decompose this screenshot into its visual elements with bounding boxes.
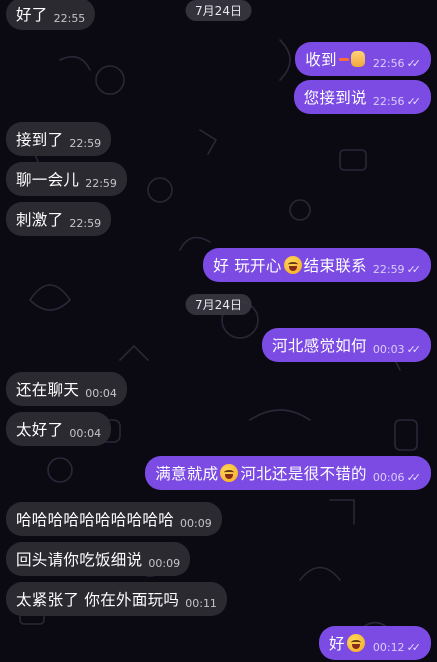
- message-time: 00:04: [69, 426, 102, 440]
- message-outgoing[interactable]: 满意就成 河北还是很不错的 00:06 ✓✓: [145, 456, 431, 490]
- message-text: 聊一会儿: [16, 171, 80, 189]
- message-time: 00:11: [185, 596, 217, 610]
- message-time: 22:59: [69, 216, 102, 230]
- double-check-icon: ✓✓: [406, 470, 422, 484]
- message-time: 00:09: [180, 516, 212, 530]
- message-time: 22:59: [69, 136, 102, 150]
- double-check-icon: ✓✓: [406, 342, 422, 356]
- message-text: 回头请你吃饭细说: [16, 551, 143, 569]
- message-incoming[interactable]: 好了 22:55: [6, 0, 96, 30]
- double-check-icon: ✓✓: [406, 262, 422, 276]
- message-time: 22:59: [372, 262, 405, 276]
- message-text: 太紧张了 你在外面玩吗: [16, 591, 180, 609]
- message-text: 结束联系: [303, 257, 367, 275]
- message-outgoing[interactable]: 河北感觉如何 00:03 ✓✓: [262, 328, 431, 362]
- message-text: 接到了: [16, 131, 64, 149]
- date-divider: 7月24日: [185, 294, 252, 315]
- message-text: 河北感觉如何: [272, 337, 367, 355]
- message-text: 刺激了: [16, 211, 64, 229]
- laughing-emoji-icon: [346, 634, 365, 652]
- message-time: 00:12: [372, 640, 405, 654]
- message-outgoing[interactable]: 您接到说 22:56 ✓✓: [293, 80, 431, 114]
- message-outgoing[interactable]: 收到 22:56 ✓✓: [295, 42, 431, 76]
- message-incoming[interactable]: 接到了 22:59: [6, 122, 112, 156]
- message-time: 00:06: [372, 470, 405, 484]
- message-text: 收到: [305, 51, 337, 69]
- message-outgoing[interactable]: 好 玩开心 结束联系 22:59 ✓✓: [203, 248, 431, 282]
- message-text: 好: [329, 635, 345, 653]
- message-time: 22:59: [85, 176, 117, 190]
- message-time: 00:04: [85, 386, 117, 400]
- message-time: 00:09: [148, 556, 181, 570]
- message-incoming[interactable]: 刺激了 22:59: [6, 202, 112, 236]
- message-incoming[interactable]: 太好了 00:04: [6, 412, 112, 446]
- double-check-icon: ✓✓: [406, 56, 422, 70]
- message-time: 00:03: [372, 342, 405, 356]
- message-incoming[interactable]: 哈哈哈哈哈哈哈哈哈哈 00:09: [6, 502, 222, 536]
- date-divider: 7月24日: [185, 0, 252, 21]
- double-check-icon: ✓✓: [406, 94, 422, 108]
- message-time: 22:55: [53, 11, 86, 25]
- message-incoming[interactable]: 还在聊天 00:04: [6, 372, 127, 406]
- message-text: 满意就成: [155, 465, 219, 483]
- message-text: 好 玩开心: [213, 257, 282, 275]
- double-check-icon: ✓✓: [406, 640, 422, 654]
- chat-thread: 好了 22:55 7月24日 收到 22:56 ✓✓ 您接到说 22:56 ✓✓…: [0, 0, 437, 662]
- hand-emoji-icon: [338, 57, 349, 61]
- message-incoming[interactable]: 聊一会儿 22:59: [6, 162, 127, 196]
- message-text: 哈哈哈哈哈哈哈哈哈哈: [16, 511, 175, 529]
- message-text: 您接到说: [303, 89, 367, 107]
- laughing-emoji-icon: [283, 256, 302, 274]
- message-text: 河北还是很不错的: [240, 465, 367, 483]
- message-time: 22:56: [372, 94, 405, 108]
- message-text: 好了: [16, 6, 48, 24]
- message-time: 22:56: [372, 56, 405, 70]
- message-text: 太好了: [16, 421, 64, 439]
- message-incoming[interactable]: 太紧张了 你在外面玩吗 00:11: [6, 582, 227, 616]
- message-text: 还在聊天: [16, 381, 80, 399]
- message-outgoing[interactable]: 好 00:12 ✓✓: [319, 626, 431, 660]
- hand-emoji-icon: [350, 51, 365, 67]
- laughing-emoji-icon: [220, 464, 239, 482]
- message-incoming[interactable]: 回头请你吃饭细说 00:09: [6, 542, 191, 576]
